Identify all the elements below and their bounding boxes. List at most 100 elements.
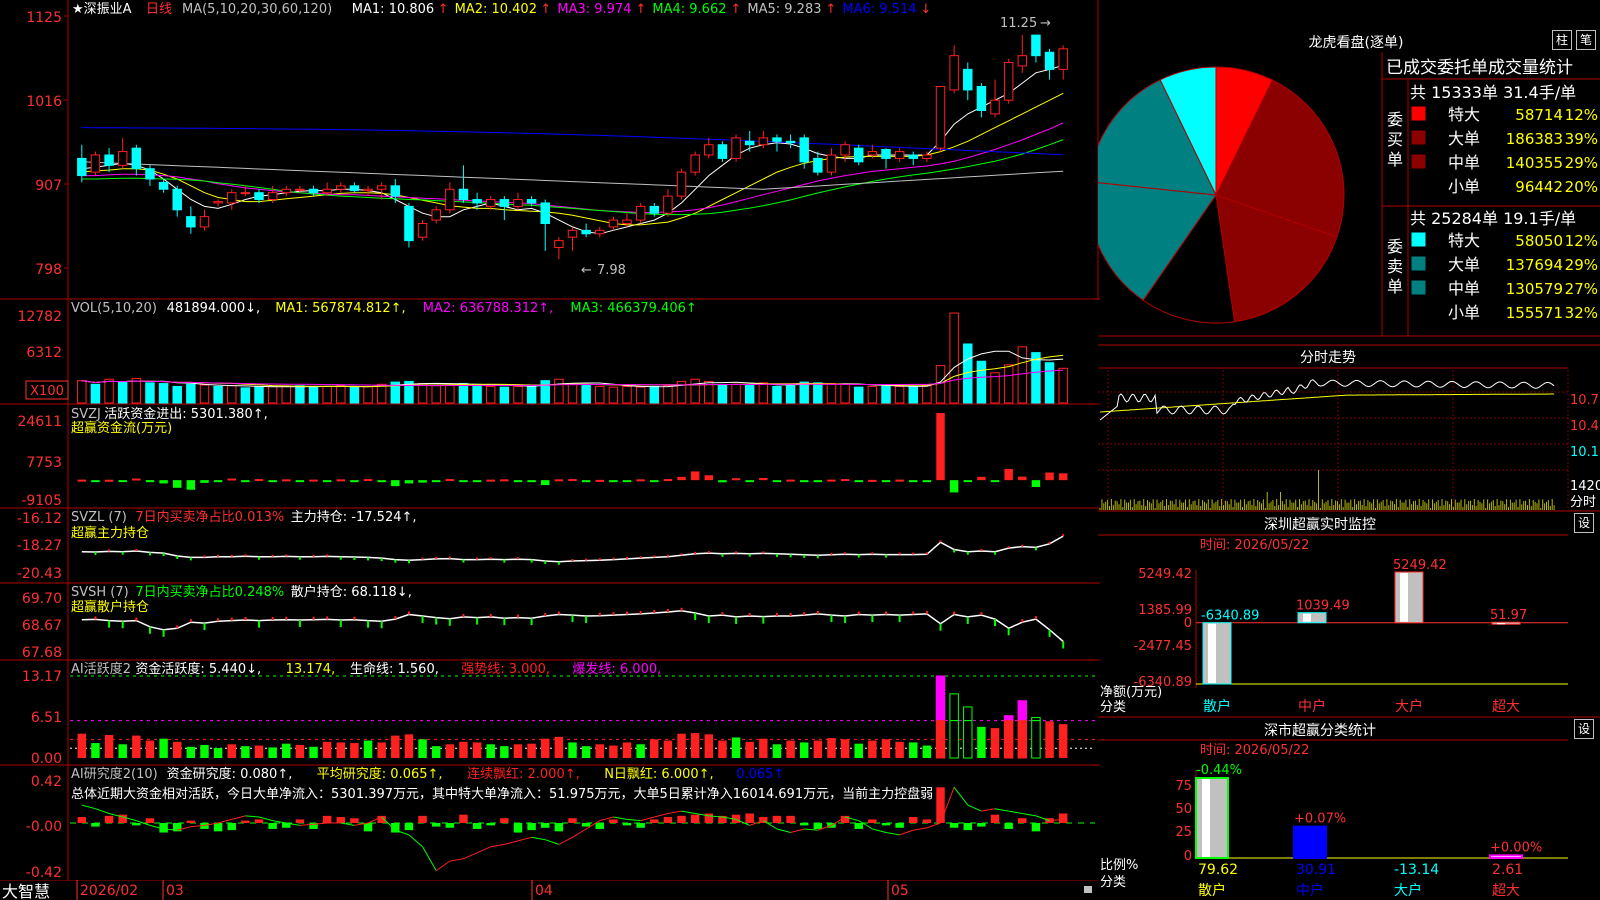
- activity-bar: [363, 740, 373, 758]
- flow-bar: [772, 480, 782, 483]
- legend-swatch: [1411, 304, 1426, 319]
- intraday-vol-label: 14201: [1570, 479, 1600, 494]
- flow-bar: [581, 480, 591, 483]
- candle-body: [117, 151, 128, 166]
- legend-swatch: [1411, 130, 1426, 145]
- activity-bar: [391, 735, 400, 758]
- flow-bar: [363, 479, 373, 482]
- stats-row-value: 96442: [1515, 178, 1563, 196]
- research-bar: [227, 823, 236, 831]
- volume-bar: [267, 385, 278, 404]
- flow-bar: [200, 480, 209, 483]
- activity-bar: [813, 740, 823, 758]
- stats-row-name: 特大: [1448, 105, 1480, 124]
- ytick-label: 69.70: [22, 591, 62, 607]
- monitor-ytick: 5249.42: [1138, 567, 1192, 582]
- candle-body: [731, 137, 741, 159]
- volume-panel[interactable]: 12782 6312 X100 VOL(5,10,20) 481894.000↓…: [0, 299, 1100, 405]
- flow-bar: [472, 480, 482, 483]
- legend-item: AI研究度2(10): [71, 766, 158, 782]
- volume-ma-line: [81, 354, 1064, 388]
- activity-bar: [759, 738, 768, 758]
- candle-body: [690, 154, 700, 173]
- stats-row-value: 186383: [1506, 130, 1563, 148]
- svzl-panel[interactable]: -16.12 -18.27 -20.43 SVZL (7) 7日内买卖净占比0.…: [0, 508, 1100, 584]
- activity-bar: [881, 739, 891, 758]
- research-bar: [813, 823, 823, 829]
- volume-bar: [949, 312, 959, 404]
- flow-bar: [1058, 473, 1068, 481]
- period-label: 日线: [146, 2, 172, 17]
- ai-research-panel[interactable]: 0.42 -0.00 -0.42 AI研究度2(10) 资金研究度: 0.080…: [0, 765, 1100, 881]
- svsh-panel[interactable]: 69.70 68.67 67.68 SVSH (7) 7日内买卖净占比0.248…: [0, 583, 1100, 661]
- activity-bar: [799, 742, 809, 758]
- candle-body: [472, 199, 482, 204]
- research-line: [926, 822, 941, 829]
- stock-title: ★深振业A: [72, 2, 132, 17]
- volume-bar: [213, 385, 223, 404]
- intraday-ytick: 10.76: [1570, 393, 1600, 408]
- activity-bar: [1017, 720, 1028, 759]
- candle-body: [499, 199, 510, 207]
- activity-bar: [595, 744, 604, 758]
- research-bar: [213, 823, 223, 832]
- research-line: [626, 818, 641, 822]
- research-line: [504, 840, 519, 845]
- flow-bar: [786, 479, 795, 482]
- volume-bar: [485, 385, 496, 404]
- flow-bar: [91, 480, 100, 483]
- legend-swatch: [1411, 232, 1426, 247]
- flow-bar: [895, 479, 904, 482]
- flow-bar: [799, 480, 809, 483]
- legend-item: SVZL (7): [71, 510, 127, 525]
- volume-bar: [867, 385, 878, 404]
- classify-bar: [1489, 854, 1523, 860]
- monitor-bar-highlight: [1497, 623, 1505, 625]
- research-line: [531, 836, 546, 841]
- intraday-lines: [1099, 379, 1555, 510]
- activity-bar: [609, 745, 618, 758]
- stats-row-pct: 12%: [1565, 232, 1598, 250]
- svzl-subtitle: 超赢主力持仓: [71, 525, 149, 541]
- lock-icon[interactable]: [1084, 886, 1092, 893]
- research-bar: [254, 819, 264, 823]
- ai-activity-panel[interactable]: 13.17 6.51 0.00 AI活跃度2 资金活跃度: 5.440↓, 13…: [0, 660, 1100, 766]
- ma-legend: ★深振业A 日线 MA(5,10,20,30,60,120) MA1: 10.8…: [72, 2, 931, 17]
- flow-bar: [241, 480, 250, 483]
- research-bar: [268, 823, 277, 829]
- candle-body: [254, 192, 264, 201]
- ma-title: MA(5,10,20,30,60,120): [182, 2, 332, 17]
- legend-item: SVSH (7): [71, 585, 129, 600]
- ytick-label: 907: [35, 178, 62, 194]
- monitor-settings-button[interactable]: 设: [1574, 513, 1594, 533]
- flow-bar: [827, 479, 836, 482]
- svzj-panel[interactable]: 24611 7753 -9105 SVZJ 活跃资金进出: 5301.380↑,…: [0, 405, 1100, 509]
- svsh-subtitle: 超赢散户持仓: [71, 599, 149, 615]
- flow-bar: [731, 478, 741, 481]
- research-line: [476, 846, 491, 854]
- date-label: 03: [166, 883, 184, 899]
- ai-activity-bars-group: [70, 675, 1095, 759]
- research-line: [81, 804, 96, 810]
- legend-item: MA1: 567874.812↑,: [275, 301, 406, 316]
- flow-bar: [609, 480, 618, 483]
- candle-body: [854, 147, 864, 163]
- volume-bar: [117, 381, 128, 404]
- research-line: [981, 808, 996, 812]
- classify-settings-button[interactable]: 设: [1574, 719, 1594, 739]
- candle-body: [213, 201, 223, 204]
- volume-bar: [336, 385, 346, 404]
- candle-body: [649, 205, 660, 214]
- ma-legend-item: MA2: 10.402: [455, 2, 537, 17]
- volume-bar: [663, 385, 673, 404]
- legend-item: 资金活跃度: 5.440↓,: [135, 661, 261, 677]
- volume-bar: [499, 386, 510, 404]
- legend-item: 主力持仓: -17.524↑,: [291, 510, 417, 525]
- classify-category: 大户: [1394, 882, 1422, 899]
- intraday-title: 分时走势: [1300, 350, 1356, 366]
- research-bar: [404, 823, 414, 831]
- volume-bar: [186, 383, 196, 404]
- kline-panel[interactable]: 1125 1016 907 798 ★深振业A 日线 MA(5,10,20,30…: [0, 0, 1100, 300]
- research-line: [913, 827, 927, 831]
- flow-bar: [309, 479, 318, 482]
